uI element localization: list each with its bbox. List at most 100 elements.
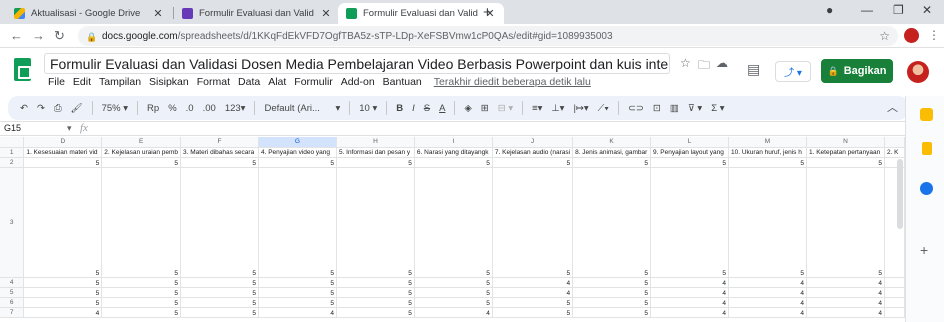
header-cell[interactable]: 2. K (884, 147, 905, 158)
cell[interactable]: 5 (336, 167, 415, 278)
name-box[interactable]: G15 ▾ (4, 123, 72, 134)
cell[interactable]: 4 (806, 287, 885, 298)
header-cell[interactable]: 1. Ketepatan pertanyaan (806, 147, 885, 158)
header-cell[interactable]: 7. Kejelasan audio (narasi (492, 147, 574, 158)
font-size-select[interactable]: 10 ▾ (359, 103, 377, 114)
row-header[interactable]: 6 (0, 297, 25, 308)
currency-format-button[interactable]: Rp (147, 103, 159, 114)
percent-format-button[interactable]: % (168, 103, 176, 114)
column-header[interactable] (884, 137, 905, 148)
cell[interactable]: 5 (414, 277, 493, 288)
cell[interactable]: 5 (101, 297, 182, 308)
strikethrough-icon[interactable]: S (424, 103, 430, 114)
tab-google-drive[interactable]: Aktualisasi - Google Drive ✕ (6, 3, 172, 24)
cell[interactable]: 5 (23, 167, 103, 278)
cell[interactable]: 5 (258, 287, 337, 298)
browser-menu-icon[interactable]: ⋮ (928, 28, 940, 42)
cell[interactable]: 5 (180, 167, 259, 278)
cell[interactable]: 5 (258, 157, 337, 168)
cell[interactable] (884, 307, 905, 318)
column-header[interactable]: H (336, 137, 415, 148)
document-title[interactable]: Formulir Evaluasi dan Validasi Dosen Med… (44, 53, 670, 74)
row-header[interactable]: 5 (0, 287, 25, 298)
add-addon-icon[interactable]: + (920, 242, 928, 258)
cell[interactable]: 5 (180, 297, 259, 308)
cell[interactable]: 5 (572, 297, 652, 308)
cell[interactable]: 4 (806, 297, 885, 308)
menu-form[interactable]: Formulir (294, 76, 333, 88)
back-icon[interactable]: ← (10, 28, 23, 43)
cell[interactable]: 5 (101, 307, 182, 318)
menu-tools[interactable]: Alat (268, 76, 286, 88)
cell[interactable]: 4 (728, 307, 807, 318)
decrease-decimal-button[interactable]: .0 (186, 103, 194, 114)
paint-format-icon[interactable]: 🖌 (71, 103, 83, 114)
cell[interactable] (884, 277, 905, 288)
cell[interactable]: 5 (492, 157, 574, 168)
reload-icon[interactable]: ↻ (54, 28, 65, 44)
cell[interactable]: 4 (728, 277, 807, 288)
row-header[interactable]: 7 (0, 307, 25, 318)
comment-history-icon[interactable]: ▤ (747, 61, 760, 78)
redo-icon[interactable]: ↷ (37, 103, 45, 114)
cell[interactable]: 5 (258, 297, 337, 308)
column-header[interactable]: L (650, 137, 730, 148)
cell[interactable]: 5 (806, 157, 885, 168)
italic-icon[interactable]: I (412, 103, 415, 114)
menu-format[interactable]: Format (197, 76, 230, 88)
cell[interactable]: 5 (180, 287, 259, 298)
profile-dot-icon[interactable]: ● (826, 3, 833, 17)
text-wrap-icon[interactable]: |↦▾ (573, 103, 588, 114)
menu-help[interactable]: Bantuan (383, 76, 422, 88)
move-folder-icon[interactable]: 🗀 (698, 56, 710, 77)
cell[interactable]: 4 (806, 307, 885, 318)
row-header[interactable]: 1 (0, 147, 25, 158)
cell[interactable]: 5 (101, 157, 182, 168)
chevron-down-icon[interactable]: ▾ (67, 123, 72, 133)
column-header[interactable]: N (806, 137, 885, 148)
close-window-icon[interactable]: ✕ (922, 3, 932, 17)
minimize-icon[interactable]: — (861, 3, 873, 17)
insert-chart-icon[interactable]: ▥ (670, 103, 679, 114)
new-tab-button[interactable]: + (483, 4, 492, 21)
url-field[interactable]: 🔒 docs.google.com/spreadsheets/d/1KKqFdE… (78, 26, 898, 46)
header-cell[interactable]: 1. Kesesuaian materi vid (23, 147, 103, 158)
cell[interactable]: 5 (492, 167, 574, 278)
tab-forms[interactable]: Formulir Evaluasi dan Validasi Do ✕ (174, 3, 340, 24)
header-cell[interactable]: 9. Penyajian layout yang (650, 147, 730, 158)
forward-icon[interactable]: → (32, 28, 45, 43)
fill-color-icon[interactable]: ◈ (464, 103, 471, 114)
header-cell[interactable]: 6. Narasi yang ditayangk (414, 147, 493, 158)
column-header[interactable]: E (101, 137, 182, 148)
tasks-icon[interactable] (920, 182, 933, 195)
cell[interactable]: 5 (180, 307, 259, 318)
cell[interactable]: 5 (336, 277, 415, 288)
header-cell[interactable]: 4. Penyajian video yang (258, 147, 337, 158)
calendar-icon[interactable] (920, 108, 933, 121)
menu-view[interactable]: Tampilan (99, 76, 141, 88)
cell[interactable]: 5 (572, 287, 652, 298)
header-cell[interactable]: 8. Jenis animasi, gambar (572, 147, 652, 158)
menu-edit[interactable]: Edit (73, 76, 91, 88)
vertical-scrollbar[interactable] (897, 159, 903, 229)
menu-addons[interactable]: Add-on (341, 76, 375, 88)
more-formats-select[interactable]: 123▾ (225, 103, 246, 114)
cell[interactable]: 4 (650, 297, 730, 308)
close-tab-icon[interactable]: ✕ (152, 7, 164, 20)
cell[interactable]: 5 (101, 167, 182, 278)
chevron-down-icon[interactable]: ▾ (335, 103, 340, 114)
cell[interactable]: 5 (492, 307, 574, 318)
cell[interactable]: 5 (23, 297, 103, 308)
font-select[interactable]: Default (Ari... (264, 103, 326, 114)
cell[interactable]: 5 (23, 157, 103, 168)
header-cell[interactable]: 10. Ukuran huruf, jenis h (728, 147, 807, 158)
functions-icon[interactable]: Σ ▾ (711, 103, 724, 114)
last-edit-link[interactable]: Terakhir diedit beberapa detik lalu (434, 76, 591, 88)
cell[interactable]: 5 (336, 307, 415, 318)
column-header[interactable]: I (414, 137, 493, 148)
header-cell[interactable]: 5. Informasi dan pesan y (336, 147, 415, 158)
cell[interactable]: 5 (414, 167, 493, 278)
cell[interactable]: 5 (492, 297, 574, 308)
merge-cells-icon[interactable]: ⊟ ▾ (498, 103, 513, 114)
print-icon[interactable]: ⎙ (54, 103, 62, 114)
